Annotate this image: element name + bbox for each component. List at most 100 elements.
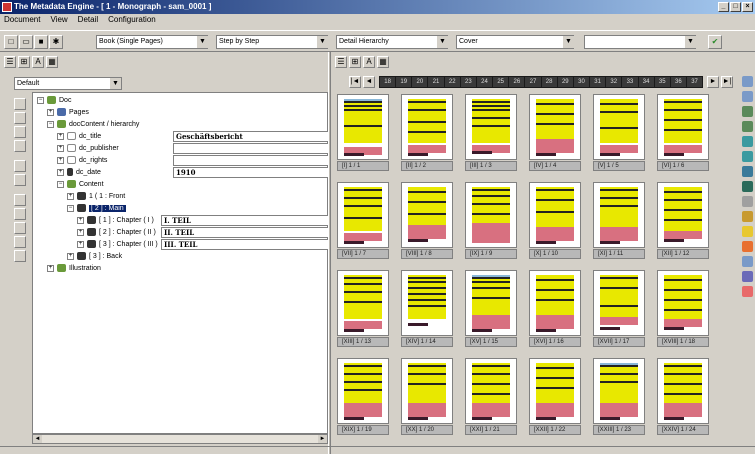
edit-icon[interactable] (742, 211, 753, 222)
link-icon[interactable] (742, 271, 753, 282)
structure-select[interactable]: Detail Hierarchy ▼ (336, 35, 448, 49)
page-image[interactable] (337, 358, 389, 424)
scroll-right-icon[interactable]: ► (318, 435, 327, 443)
structure-tree[interactable]: − Doc + Pages − docContent / hierarchy + dc_… (32, 92, 329, 434)
list-view-icon[interactable]: ☰ (335, 56, 347, 68)
edit-icon[interactable] (14, 250, 26, 262)
chevron-down-icon[interactable]: ▼ (684, 36, 696, 48)
page-number[interactable]: 22 (444, 77, 460, 87)
preset-select[interactable]: Default ▼ (14, 77, 122, 90)
tree-node-back[interactable]: +[ 3 ] : Back (67, 251, 122, 262)
page-thumbnail[interactable]: [XXIII] 1 / 23 (593, 358, 645, 436)
page-thumbnail[interactable]: [VI] 1 / 6 (657, 94, 709, 172)
page-image[interactable] (337, 270, 389, 336)
page-thumbnail[interactable]: [XXIV] 1 / 24 (657, 358, 709, 436)
page-thumbnail[interactable]: [IV] 1 / 4 (529, 94, 581, 172)
outdent-icon[interactable] (14, 236, 26, 248)
down-icon[interactable] (14, 208, 26, 220)
save-icon[interactable]: ■ (34, 35, 48, 49)
page-thumbnail[interactable]: [VII] 1 / 7 (337, 182, 389, 260)
pointer-icon[interactable] (742, 196, 753, 207)
tag-icon[interactable] (742, 181, 753, 192)
text-view-icon[interactable]: A (363, 56, 375, 68)
tree-node-doc[interactable]: − Doc (37, 95, 71, 106)
zoom-in-icon[interactable] (14, 98, 26, 110)
chapter-3-field[interactable]: III. TEIL (161, 239, 329, 250)
page-thumbnail[interactable]: [XI] 1 / 11 (593, 182, 645, 260)
next-page-icon[interactable]: ► (707, 76, 719, 88)
info-icon[interactable] (742, 256, 753, 267)
chapter-1-field[interactable]: I. TEIL (161, 215, 329, 226)
tree-node-chapter-3[interactable]: +[ 3 ] : Chapter ( III ) (77, 239, 158, 250)
grid-view-icon[interactable]: ▦ (377, 56, 389, 68)
move-icon[interactable] (14, 126, 26, 138)
tree-node-content[interactable]: − Content (57, 179, 104, 190)
page-image[interactable] (401, 182, 453, 248)
color-icon[interactable] (742, 286, 753, 297)
page-image[interactable] (401, 94, 453, 160)
page-thumbnail[interactable]: [XXII] 1 / 22 (529, 358, 581, 436)
tag-icon[interactable] (742, 151, 753, 162)
page-thumbnail[interactable]: [XIII] 1 / 13 (337, 270, 389, 348)
close-button[interactable]: × (742, 2, 753, 12)
page-thumbnail[interactable]: [X] 1 / 10 (529, 182, 581, 260)
page-number[interactable]: 23 (460, 77, 476, 87)
tree-node-dc-title[interactable]: + dc_title (57, 131, 101, 142)
chapter-2-field[interactable]: II. TEIL (161, 227, 329, 238)
scroll-left-icon[interactable]: ◄ (33, 435, 42, 443)
page-number[interactable]: 26 (509, 77, 525, 87)
page-image[interactable] (593, 182, 645, 248)
page-thumbnail[interactable]: [XVI] 1 / 16 (529, 270, 581, 348)
minimize-button[interactable]: _ (718, 2, 729, 12)
page-thumbnail[interactable]: [XV] 1 / 15 (465, 270, 517, 348)
page-thumbnail[interactable]: [XVIII] 1 / 18 (657, 270, 709, 348)
warning-icon[interactable] (742, 241, 753, 252)
page-image[interactable] (465, 358, 517, 424)
region-icon[interactable] (742, 121, 753, 132)
menu-document[interactable]: Document (4, 14, 40, 26)
page-image[interactable] (465, 182, 517, 248)
page-number[interactable]: 31 (590, 77, 606, 87)
page-thumbnail[interactable]: [II] 1 / 2 (401, 94, 453, 172)
page-image[interactable] (593, 270, 645, 336)
menu-detail[interactable]: Detail (78, 14, 98, 26)
page-image[interactable] (593, 358, 645, 424)
page-image[interactable] (401, 358, 453, 424)
page-number[interactable]: 24 (476, 77, 493, 87)
list-view-icon[interactable]: ☰ (4, 56, 16, 68)
page-image[interactable] (529, 270, 581, 336)
tree-node-pages[interactable]: + Pages (47, 107, 89, 118)
dc-rights-field[interactable] (173, 155, 329, 166)
tree-node-chapter-1[interactable]: +[ 1 ] : Chapter ( I ) (77, 215, 154, 226)
tree-node-chapter-2[interactable]: +[ 2 ] : Chapter ( II ) (77, 227, 156, 238)
navigation-select[interactable]: Step by Step ▼ (216, 35, 328, 49)
page-image[interactable] (529, 358, 581, 424)
page-number[interactable]: 27 (525, 77, 541, 87)
last-page-icon[interactable]: ►| (721, 76, 733, 88)
page-number[interactable]: 30 (573, 77, 590, 87)
page-thumbnail[interactable]: [VIII] 1 / 8 (401, 182, 453, 260)
page-image[interactable] (529, 94, 581, 160)
zoom-out-icon[interactable] (14, 112, 26, 124)
tree-node-dc-date[interactable]: + dc_date (57, 167, 101, 178)
extra-select[interactable]: ▼ (584, 35, 696, 49)
region-icon[interactable] (742, 106, 753, 117)
page-number[interactable]: 34 (638, 77, 654, 87)
tree-node-main[interactable]: −[ 2 ] : Main (67, 203, 126, 214)
horizontal-scrollbar[interactable]: ◄ ► (32, 434, 328, 444)
new-icon[interactable]: □ (4, 35, 18, 49)
page-thumbnail[interactable]: [XX] 1 / 20 (401, 358, 453, 436)
prev-page-icon[interactable]: ◄ (363, 76, 375, 88)
page-number[interactable]: 37 (686, 77, 703, 87)
page-thumbnail[interactable]: [XIV] 1 / 14 (401, 270, 453, 348)
page-number[interactable]: 25 (493, 77, 509, 87)
chevron-down-icon[interactable]: ▼ (562, 36, 574, 48)
maximize-button[interactable]: □ (730, 2, 741, 12)
first-page-icon[interactable]: |◄ (349, 76, 361, 88)
remove-icon[interactable] (14, 174, 26, 186)
open-icon[interactable]: ▭ (19, 35, 33, 49)
page-image[interactable] (529, 182, 581, 248)
page-number[interactable]: 28 (541, 77, 557, 87)
zoom-icon[interactable] (742, 76, 753, 87)
page-thumbnail[interactable]: [XXI] 1 / 21 (465, 358, 517, 436)
